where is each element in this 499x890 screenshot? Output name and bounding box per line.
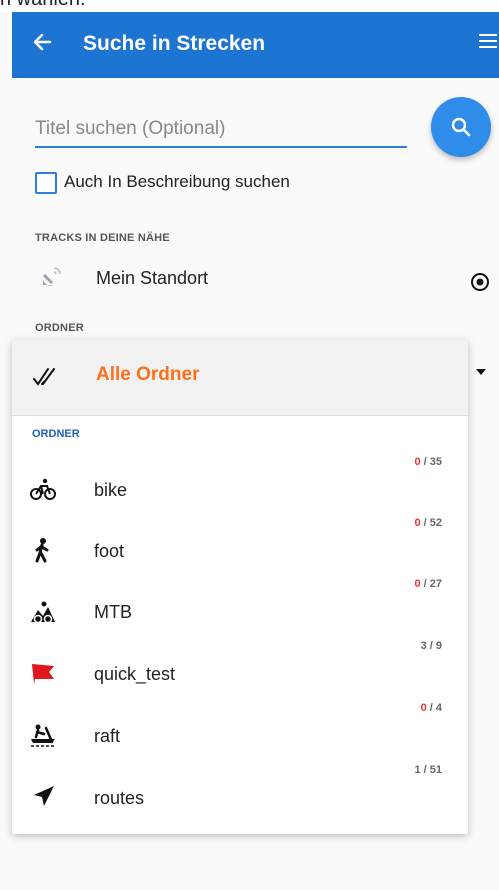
folder-row-bike[interactable]: bike 0 / 35 — [12, 456, 468, 516]
search-button[interactable] — [431, 97, 491, 157]
double-check-icon — [33, 368, 55, 386]
folder-name: quick_test — [94, 664, 176, 684]
folder-row-mtb[interactable]: MTB 0 / 27 — [12, 578, 468, 638]
description-search-checkbox[interactable] — [35, 172, 57, 194]
folder-count: 0 / 4 — [420, 702, 442, 714]
nearby-section-label: TRACKS IN DEINE NÄHE — [35, 232, 170, 244]
folder-count: 1 / 51 — [414, 764, 442, 776]
folder-row-quick-test[interactable]: quick_test 3 / 9 — [12, 640, 468, 700]
all-folders-option[interactable]: Alle Ordner — [12, 340, 468, 416]
bicycle-icon — [30, 478, 56, 500]
search-icon — [451, 117, 471, 137]
folder-row-raft[interactable]: raft 0 / 4 — [12, 702, 468, 762]
red-flag-icon — [32, 664, 54, 684]
cut-text: n wählen. — [0, 0, 86, 11]
arrow-left-icon[interactable] — [28, 27, 58, 57]
folder-name: raft — [94, 726, 121, 746]
hiker-icon — [35, 538, 49, 563]
dropdown-caret-icon[interactable] — [476, 369, 486, 375]
my-location-label[interactable]: Mein Standort — [96, 268, 208, 289]
folder-count: 0 / 27 — [414, 578, 442, 590]
folder-count: 0 / 52 — [414, 517, 442, 529]
description-search-label: Auch In Beschreibung suchen — [64, 172, 290, 191]
folder-name: routes — [94, 788, 145, 808]
menu-icon[interactable] — [479, 34, 497, 52]
previous-screen-text: n wählen. — [0, 0, 499, 12]
page-title: Suche in Strecken — [83, 32, 266, 55]
folder-dropdown-popup: Alle Ordner ORDNER bike 0 / 35 foot 0 / … — [12, 340, 468, 834]
folder-section-label: ORDNER — [35, 322, 84, 334]
popup-folder-section-label: ORDNER — [32, 428, 80, 440]
search-input[interactable] — [35, 112, 407, 148]
folder-name: foot — [94, 541, 125, 561]
folder-row-routes[interactable]: routes 1 / 51 — [12, 764, 468, 824]
satellite-icon — [42, 267, 61, 286]
folder-name: MTB — [94, 602, 132, 622]
navigation-arrow-icon — [34, 786, 54, 806]
target-icon[interactable] — [470, 272, 490, 292]
mountain-bike-icon — [31, 601, 55, 624]
folder-name: bike — [94, 480, 128, 500]
raft-icon — [31, 724, 55, 747]
all-folders-label: Alle Ordner — [96, 364, 200, 385]
folder-row-foot[interactable]: foot 0 / 52 — [12, 517, 468, 577]
folder-count: 3 / 9 — [420, 640, 442, 652]
folder-count: 0 / 35 — [414, 456, 442, 468]
app-bar: Suche in Strecken — [12, 12, 499, 78]
